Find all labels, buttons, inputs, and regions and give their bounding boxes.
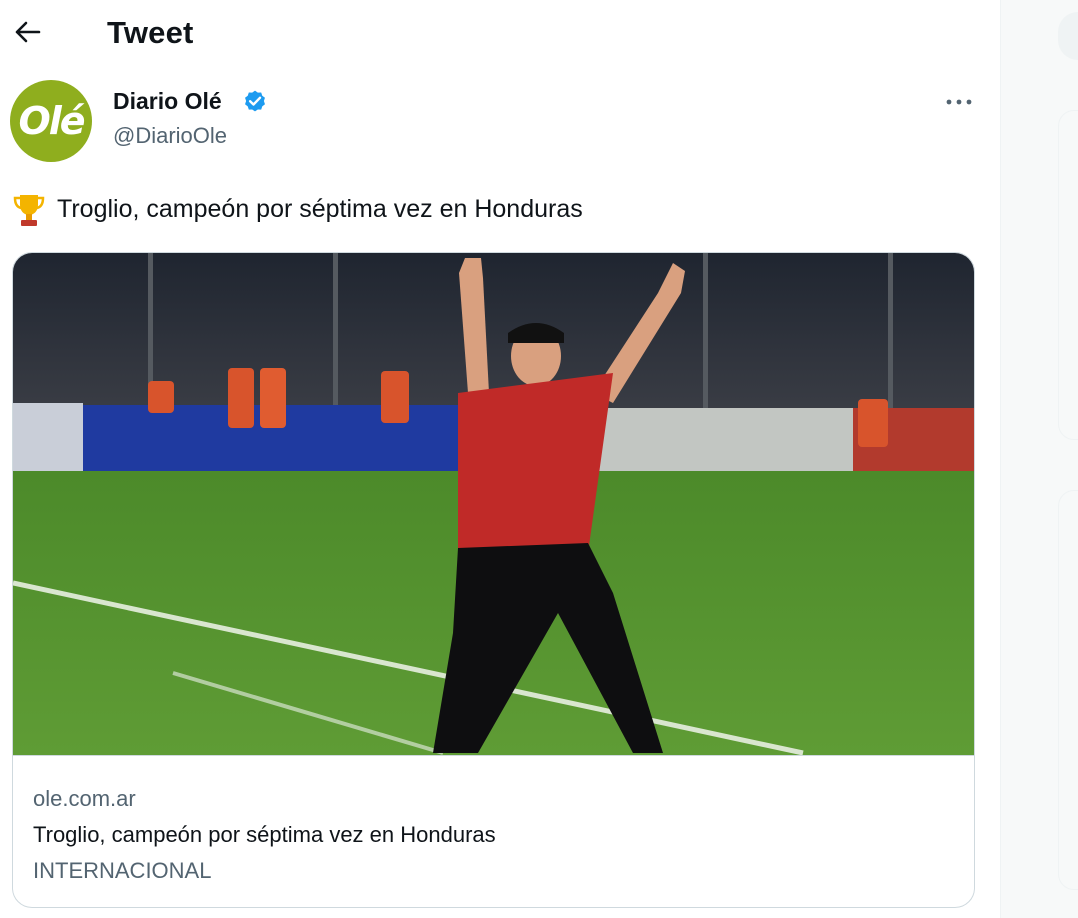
sidebar-card — [1058, 490, 1078, 890]
link-card-title: Troglio, campeón por séptima vez en Hond… — [33, 822, 496, 847]
page-title: Tweet — [107, 15, 194, 50]
trophy-icon — [13, 195, 45, 226]
author-handle[interactable]: @DiarioOle — [113, 123, 227, 149]
link-card[interactable]: ole.com.ar Troglio, campeón por séptima … — [12, 252, 975, 908]
link-card-domain: ole.com.ar — [33, 786, 136, 811]
arrow-left-icon — [15, 21, 41, 43]
more-dots-icon — [946, 99, 972, 105]
tweet-text: Troglio, campeón por séptima vez en Hond… — [57, 195, 583, 223]
link-card-meta[interactable]: ole.com.ar Troglio, campeón por séptima … — [13, 755, 974, 907]
verified-badge-icon — [245, 90, 265, 112]
author-name[interactable]: Diario Olé — [113, 88, 222, 115]
photo-coach-celebrating — [13, 253, 974, 755]
link-card-image[interactable] — [13, 253, 974, 755]
more-options-button[interactable] — [938, 84, 980, 120]
link-card-description: INTERNACIONAL — [33, 858, 212, 883]
back-button[interactable] — [8, 12, 48, 52]
sidebar-card — [1058, 110, 1078, 440]
main-column: Tweet Olé Diario Olé @DiarioOle Troglio,… — [0, 0, 1000, 918]
avatar-logo-text: Olé — [18, 99, 85, 143]
avatar[interactable]: Olé — [10, 80, 92, 162]
